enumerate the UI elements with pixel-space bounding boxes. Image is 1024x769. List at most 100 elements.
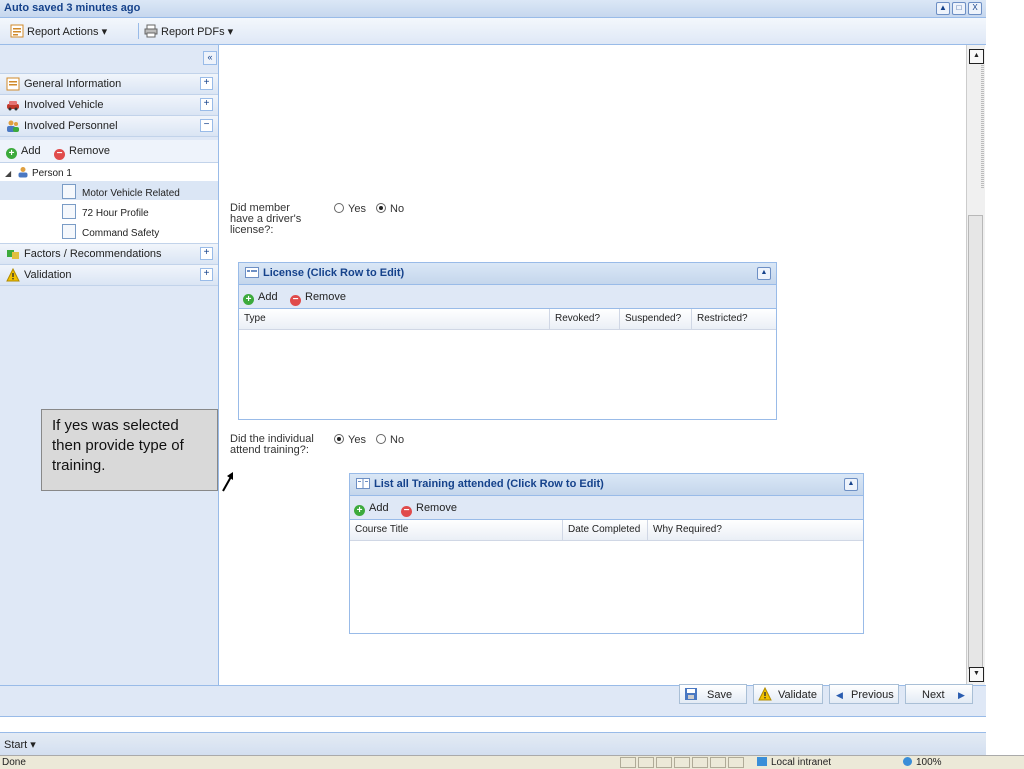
document-icon	[62, 184, 76, 199]
collapse-grid-button[interactable]: ▲	[757, 267, 771, 280]
tree-item-label: 72 Hour Profile	[82, 208, 149, 219]
validate-label: Validate	[778, 689, 817, 701]
next-button[interactable]: Next ▶	[905, 684, 973, 704]
license-grid-header: License (Click Row to Edit) ▲	[239, 263, 776, 285]
radio-training-yes[interactable]: Yes	[334, 434, 366, 446]
nav-section-general-information[interactable]: General Information +	[0, 73, 218, 95]
training-grid-title: List all Training attended (Click Row to…	[374, 478, 604, 490]
add-training-button[interactable]: + Add	[354, 502, 389, 516]
tree-item-motor-vehicle-related[interactable]: Motor Vehicle Related	[0, 181, 218, 200]
add-icon: +	[6, 148, 17, 159]
report-pdfs-label: Report PDFs ▾	[161, 26, 234, 38]
previous-button[interactable]: ◀ Previous	[829, 684, 899, 704]
radio-label: Yes	[348, 203, 366, 215]
window-maximize-button[interactable]: □	[952, 2, 966, 15]
intranet-icon	[757, 757, 767, 766]
form-icon	[6, 77, 20, 91]
autosave-status: Auto saved 3 minutes ago	[4, 2, 141, 14]
personnel-toolbar: + Add − Remove	[0, 140, 218, 163]
collapse-toggle[interactable]: −	[200, 119, 213, 132]
remove-label: Remove	[416, 502, 457, 514]
remove-training-button[interactable]: − Remove	[401, 502, 457, 517]
window-title-bar: Auto saved 3 minutes ago ▲ □ X	[0, 0, 986, 18]
tree-item-command-safety[interactable]: Command Safety	[0, 221, 218, 240]
warning-icon	[6, 268, 20, 282]
status-pane	[692, 757, 708, 768]
warning-icon	[758, 687, 772, 701]
left-navigation-panel: « General Information + Involved Vehicle…	[0, 45, 219, 685]
start-button[interactable]: Start ▾	[4, 738, 36, 751]
question-drivers-license: Did member have a driver's license?:	[230, 202, 302, 236]
column-header-suspended[interactable]: Suspended?	[620, 309, 692, 329]
license-grid: License (Click Row to Edit) ▲ + Add − Remo…	[238, 262, 777, 420]
scroll-up-arrow-icon[interactable]: ▲	[969, 49, 984, 64]
nav-section-involved-vehicle[interactable]: Involved Vehicle +	[0, 94, 218, 116]
nav-section-label: General Information	[24, 78, 122, 90]
personnel-tree: ◢ Person 1 Motor Vehicle Related 72 Hour…	[0, 163, 218, 251]
tree-item-72-hour-profile[interactable]: 72 Hour Profile	[0, 201, 218, 220]
remove-personnel-button[interactable]: − Remove	[54, 145, 110, 160]
license-grid-columns: Type Revoked? Suspended? Restricted?	[239, 309, 776, 330]
radio-training-no[interactable]: No	[376, 434, 404, 446]
nav-section-involved-personnel[interactable]: Involved Personnel −	[0, 115, 218, 137]
window-minimize-button[interactable]: ▲	[936, 2, 950, 15]
column-header-course-title[interactable]: Course Title	[350, 520, 563, 540]
column-header-type[interactable]: Type	[239, 309, 550, 329]
remove-icon: −	[290, 295, 301, 306]
add-label: Add	[21, 145, 41, 157]
collapse-grid-button[interactable]: ▲	[844, 478, 858, 491]
column-header-restricted[interactable]: Restricted?	[692, 309, 774, 329]
license-grid-toolbar: + Add − Remove	[239, 285, 776, 309]
radio-button-selected	[376, 203, 386, 213]
column-header-why-required[interactable]: Why Required?	[648, 520, 861, 540]
status-pane	[710, 757, 726, 768]
radio-license-no[interactable]: No	[376, 203, 404, 215]
expand-toggle[interactable]: +	[200, 268, 213, 281]
tree-node-person[interactable]: ◢ Person 1	[5, 166, 72, 179]
zoom-label: 100%	[916, 757, 942, 768]
report-pdfs-button[interactable]: Report PDFs ▾	[144, 24, 233, 38]
scrollbar-track	[981, 49, 984, 189]
book-icon	[356, 478, 370, 489]
status-pane	[674, 757, 690, 768]
validate-button[interactable]: Validate	[753, 684, 823, 704]
scroll-down-arrow-icon[interactable]: ▼	[969, 667, 984, 682]
radio-license-yes[interactable]: Yes	[334, 203, 366, 215]
vertical-scrollbar[interactable]: ▲ ▼	[966, 45, 985, 685]
zoom-icon	[903, 757, 912, 766]
report-actions-label: Report Actions ▾	[27, 26, 108, 38]
printer-icon	[144, 24, 158, 38]
puzzle-icon	[7, 250, 19, 259]
status-pane	[638, 757, 654, 768]
column-header-date-completed[interactable]: Date Completed	[563, 520, 648, 540]
nav-section-factors-recommendations[interactable]: Factors / Recommendations +	[0, 243, 218, 265]
radio-button-selected	[334, 434, 344, 444]
nav-section-validation[interactable]: Validation +	[0, 264, 218, 286]
column-header-revoked[interactable]: Revoked?	[550, 309, 620, 329]
tree-item-label: Motor Vehicle Related	[82, 188, 180, 199]
radio-label: No	[390, 434, 405, 446]
tree-expand-arrow-icon: ◢	[5, 169, 12, 178]
previous-label: Previous	[851, 689, 894, 701]
add-personnel-button[interactable]: + Add	[6, 145, 41, 159]
add-license-button[interactable]: + Add	[243, 291, 278, 305]
nav-section-label: Involved Vehicle	[24, 99, 104, 111]
collapse-panel-button[interactable]: «	[203, 51, 217, 65]
expand-toggle[interactable]: +	[200, 77, 213, 90]
remove-license-button[interactable]: − Remove	[290, 291, 346, 306]
scrollbar-thumb[interactable]	[968, 215, 983, 669]
save-icon	[685, 688, 697, 700]
expand-toggle[interactable]: +	[200, 247, 213, 260]
status-text: Done	[2, 757, 26, 768]
radio-label: Yes	[348, 434, 366, 446]
save-button[interactable]: Save	[679, 684, 747, 704]
radio-button	[334, 203, 344, 213]
document-icon	[62, 224, 76, 239]
expand-toggle[interactable]: +	[200, 98, 213, 111]
remove-icon: −	[54, 149, 65, 160]
window-close-button[interactable]: X	[968, 2, 982, 15]
remove-label: Remove	[69, 145, 110, 157]
report-actions-button[interactable]: Report Actions ▾	[10, 24, 107, 38]
zoom-level[interactable]: 100%	[903, 757, 942, 768]
report-icon	[10, 24, 24, 38]
